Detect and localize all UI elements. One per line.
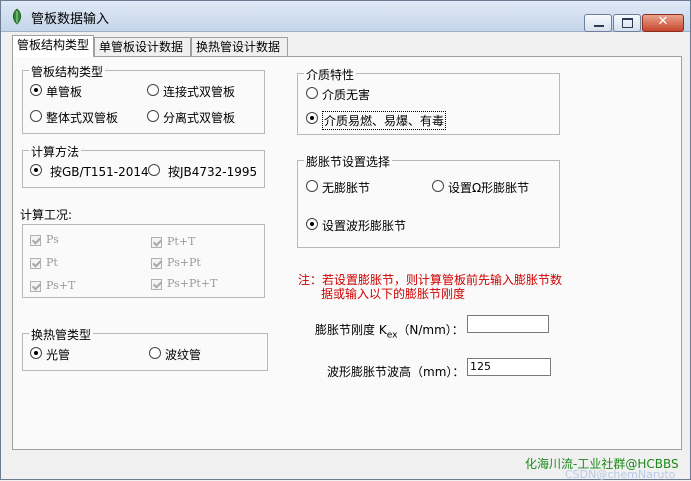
- check-ps[interactable]: [30, 235, 41, 246]
- check-pt[interactable]: [30, 258, 41, 269]
- structure-type-legend: 管板结构类型: [29, 63, 106, 80]
- label-pt: Pt: [46, 256, 58, 269]
- label-pt-t: Pt+T: [167, 235, 196, 248]
- minimize-button[interactable]: [584, 14, 612, 32]
- conditions-label: 计算工况:: [20, 208, 73, 222]
- maximize-icon: [622, 18, 633, 28]
- label-omega-joint: 设置Ω形膨胀节: [448, 181, 530, 195]
- radio-no-joint[interactable]: [306, 180, 318, 192]
- check-pt-t[interactable]: [151, 237, 162, 248]
- label-bellows-joint: 设置波形膨胀节: [322, 219, 407, 233]
- stiffness-label-sub: ex: [386, 330, 398, 341]
- label-medium-harmless: 介质无害: [322, 88, 371, 102]
- close-button[interactable]: ✕: [642, 14, 684, 32]
- radio-bellows-joint[interactable]: [306, 218, 318, 230]
- check-ps-pt-t[interactable]: [151, 279, 162, 290]
- title-bar[interactable]: 管板数据输入 ✕: [1, 1, 690, 32]
- expansion-joint-legend: 膨胀节设置选择: [304, 153, 393, 170]
- label-ps: Ps: [46, 233, 59, 246]
- close-icon: ✕: [657, 14, 669, 29]
- stiffness-label-prefix: 膨胀节刚度 K: [315, 323, 387, 337]
- radio-medium-hazardous[interactable]: [306, 112, 318, 124]
- watermark-ghost-text: CSDN@chemNaruto: [565, 468, 676, 481]
- maximize-button[interactable]: [613, 14, 641, 32]
- radio-plain-tube[interactable]: [30, 347, 42, 359]
- label-single-tubesheet: 单管板: [46, 85, 83, 99]
- label-integral-double: 整体式双管板: [46, 111, 119, 125]
- stiffness-label: 膨胀节刚度 Kex（N/mm）：: [315, 321, 464, 340]
- radio-separated-double[interactable]: [147, 110, 159, 122]
- tab-single-tubesheet-data[interactable]: 单管板设计数据: [94, 37, 191, 56]
- label-no-joint: 无膨胀节: [322, 181, 371, 195]
- radio-omega-joint[interactable]: [432, 180, 444, 192]
- app-leaf-icon: [12, 8, 22, 25]
- check-ps-t[interactable]: [30, 281, 41, 292]
- radio-integral-double[interactable]: [30, 110, 42, 122]
- radio-gb151[interactable]: [30, 164, 42, 176]
- label-ps-pt-t: Ps+Pt+T: [167, 277, 218, 290]
- label-gb151: 按GB/T151-2014: [50, 165, 149, 179]
- radio-jb4732[interactable]: [148, 164, 160, 176]
- wave-height-label: 波形膨胀节波高（mm）：: [327, 365, 465, 379]
- tab-structure-type[interactable]: 管板结构类型: [12, 35, 94, 57]
- label-medium-hazardous: 介质易燃、易爆、有毒: [322, 111, 447, 130]
- check-ps-pt[interactable]: [151, 258, 162, 269]
- wave-height-input[interactable]: 125: [467, 358, 551, 376]
- note-line-2: 据或输入以下的膨胀节刚度: [321, 287, 466, 301]
- tube-type-legend: 换热管类型: [29, 326, 94, 343]
- minimize-icon: [594, 25, 604, 27]
- medium-legend: 介质特性: [304, 66, 357, 83]
- radio-corrugated-tube[interactable]: [149, 347, 161, 359]
- stiffness-label-suffix: （N/mm）：: [397, 323, 464, 337]
- window-title: 管板数据输入: [31, 12, 110, 27]
- radio-medium-harmless[interactable]: [306, 87, 318, 99]
- label-ps-pt: Ps+Pt: [167, 256, 201, 269]
- note-line-1: 注：若设置膨胀节，则计算管板前先输入膨胀节数: [298, 273, 563, 287]
- expansion-joint-group: 膨胀节设置选择: [297, 153, 560, 248]
- expansion-note: 注：若设置膨胀节，则计算管板前先输入膨胀节数 据或输入以下的膨胀节刚度: [298, 273, 562, 301]
- label-corrugated-tube: 波纹管: [165, 348, 202, 362]
- radio-connected-double[interactable]: [147, 84, 159, 96]
- label-connected-double: 连接式双管板: [163, 85, 236, 99]
- label-plain-tube: 光管: [46, 348, 71, 362]
- tab-tube-data[interactable]: 换热管设计数据: [191, 37, 288, 56]
- label-ps-t: Ps+T: [46, 279, 76, 292]
- radio-single-tubesheet[interactable]: [30, 84, 42, 96]
- label-jb4732: 按JB4732-1995: [168, 165, 258, 179]
- label-separated-double: 分离式双管板: [163, 111, 236, 125]
- calc-method-legend: 计算方法: [29, 143, 82, 160]
- stiffness-input[interactable]: [467, 315, 549, 333]
